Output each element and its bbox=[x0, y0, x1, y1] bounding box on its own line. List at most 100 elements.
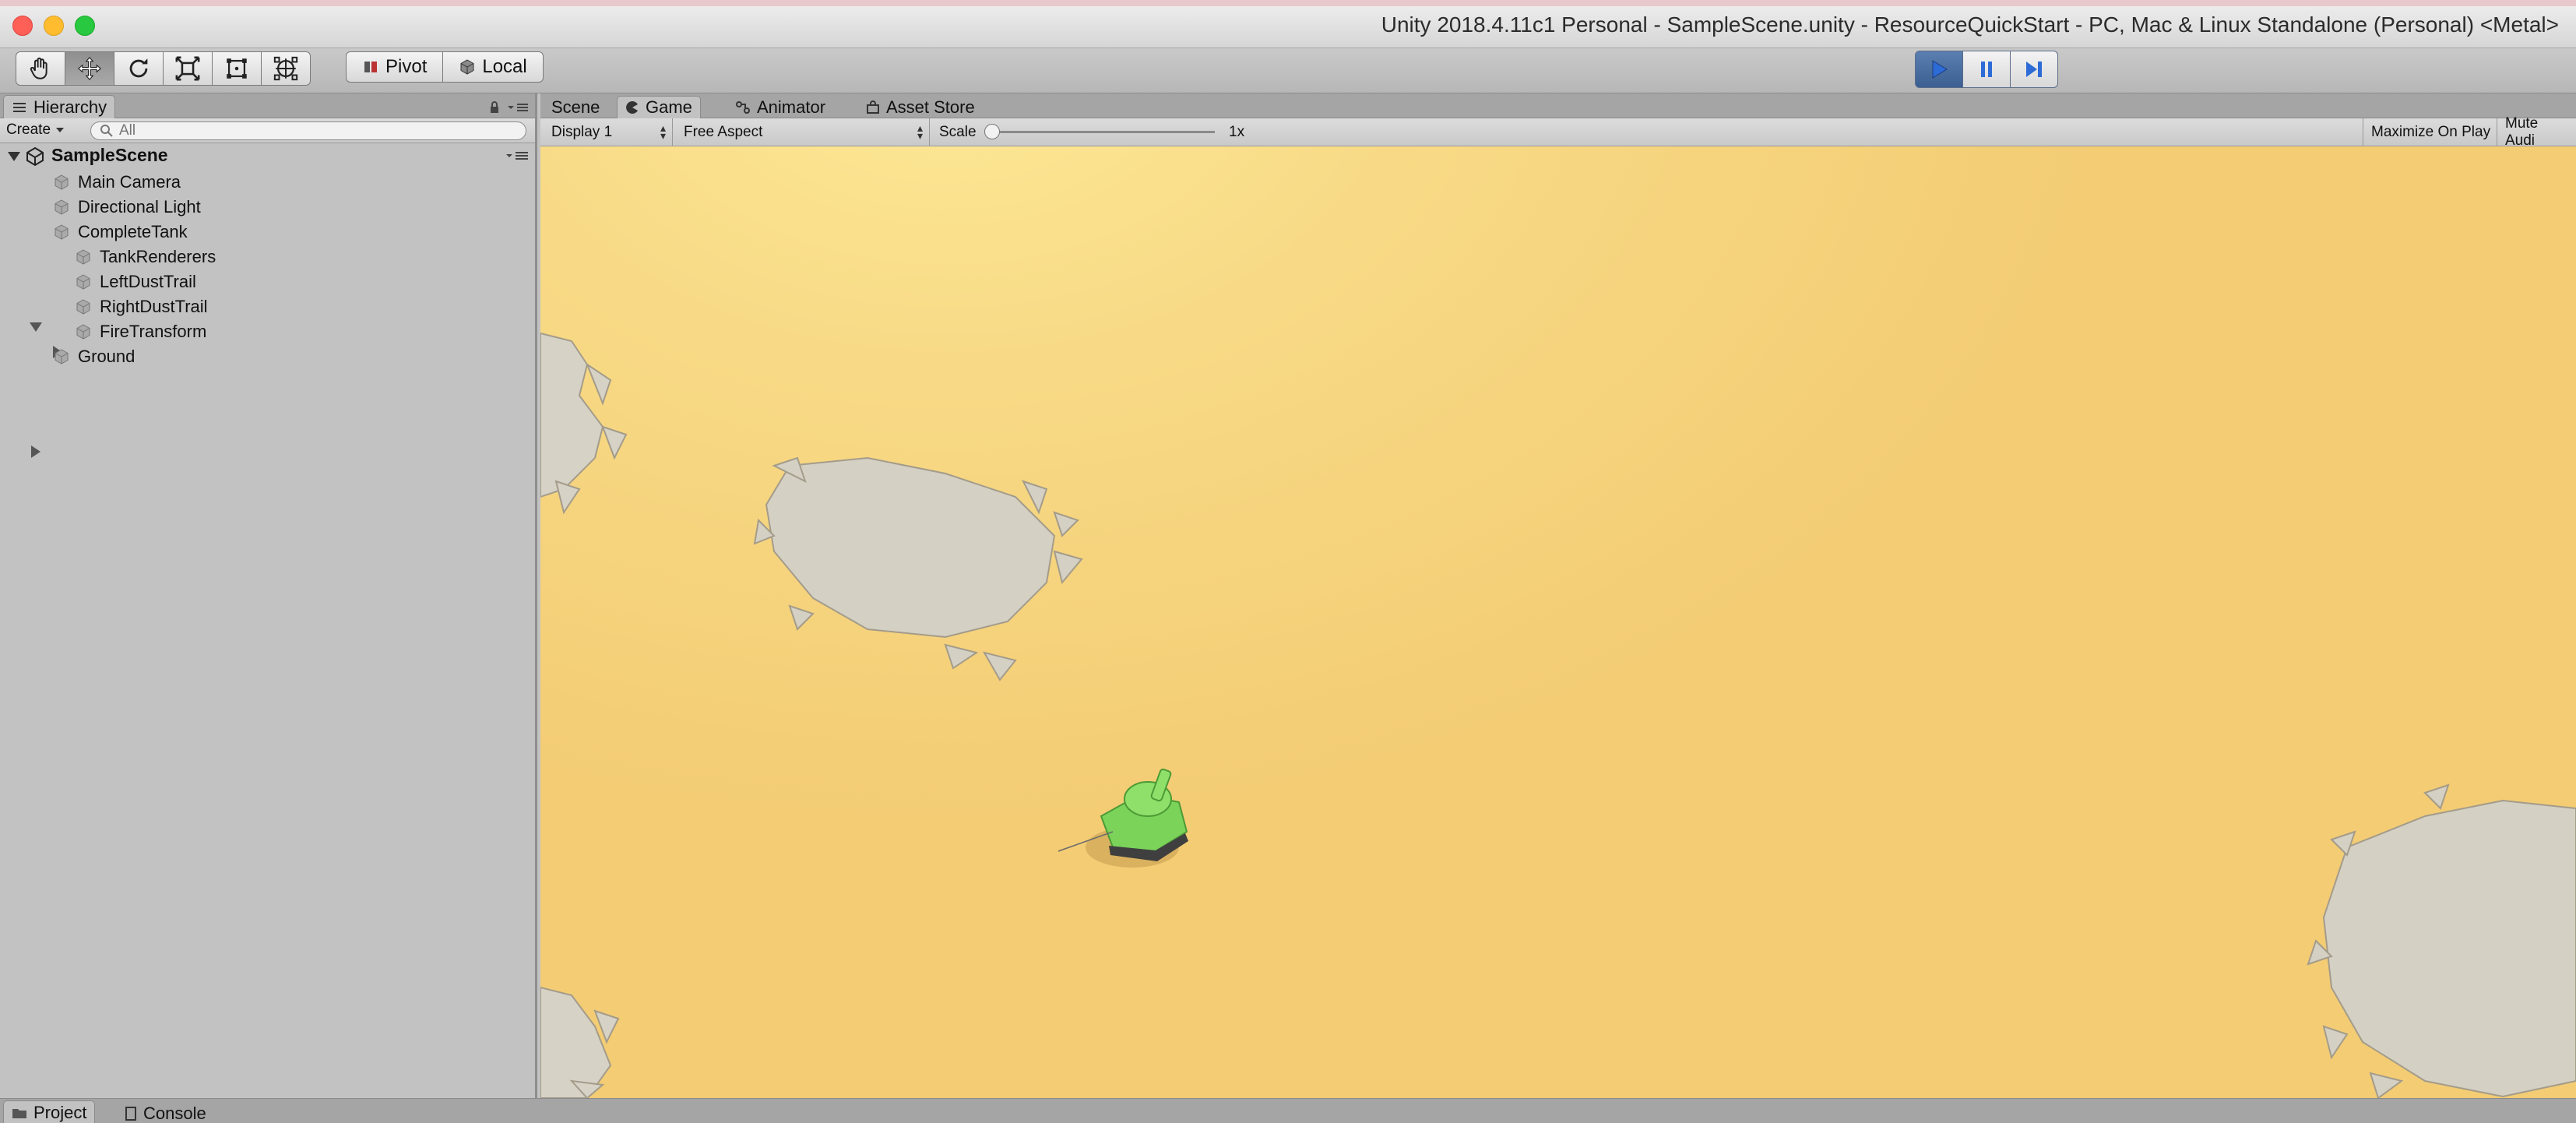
gameobject-cube-icon bbox=[76, 274, 90, 290]
gameobject-cube-icon bbox=[55, 349, 69, 364]
updown-arrows-icon: ▴ ▾ bbox=[660, 121, 666, 142]
maximize-on-play-toggle[interactable]: Maximize On Play bbox=[2363, 118, 2498, 146]
tab-scene[interactable]: Scene bbox=[544, 96, 607, 118]
mute-label: Mute Audi bbox=[2505, 114, 2539, 149]
window-title: Unity 2018.4.11c1 Personal - SampleScene… bbox=[1381, 12, 2559, 37]
folder-icon bbox=[12, 1108, 26, 1118]
pivot-icon bbox=[364, 62, 377, 72]
game-viewport[interactable] bbox=[540, 146, 2576, 1098]
display-value: Display 1 bbox=[551, 123, 613, 140]
pause-icon bbox=[1981, 62, 1992, 77]
hierarchy-tabbar: Hierarchy bbox=[0, 93, 535, 118]
hierarchy-panel: Hierarchy Create SampleScene Main Camera… bbox=[0, 93, 537, 1098]
tab-game[interactable]: Game bbox=[617, 96, 701, 118]
expand-triangle-icon[interactable] bbox=[6, 149, 22, 164]
game-scene-render bbox=[540, 332, 2576, 1098]
window-minimize-button[interactable] bbox=[44, 16, 64, 36]
play-controls bbox=[1915, 51, 2058, 88]
rect-transform-icon bbox=[227, 58, 247, 79]
scale-icon bbox=[175, 56, 200, 81]
pivot-label: Pivot bbox=[385, 56, 428, 77]
move-tool-button[interactable] bbox=[65, 51, 114, 86]
hierarchy-item-label: TankRenderers bbox=[100, 247, 216, 266]
rotate-tool-button[interactable] bbox=[114, 51, 164, 86]
scale-tool-button[interactable] bbox=[163, 51, 213, 86]
aspect-dropdown[interactable]: Free Aspect ▴ ▾ bbox=[673, 118, 930, 146]
tab-animator[interactable]: Animator bbox=[727, 96, 833, 118]
scene-root-row[interactable]: SampleScene bbox=[0, 143, 535, 170]
hierarchy-item-label: CompleteTank bbox=[78, 222, 188, 241]
aspect-value: Free Aspect bbox=[684, 123, 763, 140]
pacman-icon bbox=[626, 101, 638, 114]
panel-menu-icon[interactable] bbox=[506, 101, 530, 114]
hierarchy-item-main-camera[interactable]: Main Camera bbox=[53, 170, 181, 195]
game-view-toolbar: Display 1 ▴ ▾ Free Aspect ▴ ▾ Scale 1x Max… bbox=[540, 115, 2576, 149]
scale-value: 1x bbox=[1229, 124, 1245, 140]
scale-slider-thumb[interactable] bbox=[984, 124, 1000, 139]
collapse-triangle-icon[interactable] bbox=[28, 444, 44, 459]
tab-label: Game bbox=[646, 97, 692, 117]
title-bar: Unity 2018.4.11c1 Personal - SampleScene… bbox=[0, 0, 2576, 48]
updown-arrows-icon: ▴ ▾ bbox=[917, 121, 923, 142]
mute-audio-toggle[interactable]: Mute Audi bbox=[2497, 115, 2576, 149]
scale-slider-track[interactable] bbox=[989, 131, 1215, 133]
transform-combined-icon bbox=[273, 56, 298, 81]
gameobject-cube-icon bbox=[76, 324, 90, 340]
tab-asset-store[interactable]: Asset Store bbox=[858, 96, 983, 118]
tab-label: Console bbox=[143, 1103, 206, 1123]
hierarchy-item-label: LeftDustTrail bbox=[100, 272, 196, 291]
hierarchy-item-label: Ground bbox=[78, 347, 135, 366]
local-cube-icon bbox=[460, 59, 474, 75]
rubble-pile-right-bottom bbox=[2307, 783, 2576, 1098]
step-button[interactable] bbox=[2010, 51, 2058, 88]
tab-label: Project bbox=[33, 1102, 87, 1122]
transform-tools bbox=[16, 51, 311, 86]
gameobject-cube-icon bbox=[55, 174, 69, 190]
rubble-pile-left-bottom bbox=[540, 986, 620, 1098]
local-button[interactable]: Local bbox=[442, 51, 544, 83]
gameobject-cube-icon bbox=[55, 199, 69, 215]
tab-project[interactable]: Project bbox=[3, 1100, 96, 1123]
gameobject-cube-icon bbox=[55, 224, 69, 240]
pause-button[interactable] bbox=[1962, 51, 2011, 88]
create-dropdown[interactable]: Create bbox=[6, 121, 65, 139]
hierarchy-item-label: Main Camera bbox=[78, 172, 181, 192]
rect-tool-button[interactable] bbox=[212, 51, 262, 86]
hierarchy-item-tank-renderers[interactable]: TankRenderers bbox=[75, 245, 216, 269]
display-dropdown[interactable]: Display 1 ▴ ▾ bbox=[540, 118, 673, 146]
scene-options-icon[interactable] bbox=[505, 150, 530, 162]
window-zoom-button[interactable] bbox=[75, 16, 95, 36]
create-label: Create bbox=[6, 121, 51, 138]
hierarchy-item-right-dust-trail[interactable]: RightDustTrail bbox=[75, 294, 208, 319]
animator-icon bbox=[736, 100, 750, 114]
tab-label: Animator bbox=[757, 97, 826, 117]
tab-label: Asset Store bbox=[886, 97, 975, 117]
window-close-button[interactable] bbox=[12, 16, 33, 36]
hand-tool-button[interactable] bbox=[16, 51, 65, 86]
hierarchy-item-left-dust-trail[interactable]: LeftDustTrail bbox=[75, 269, 196, 294]
step-icon bbox=[2026, 62, 2042, 77]
pivot-button[interactable]: Pivot bbox=[346, 51, 444, 83]
hierarchy-item-directional-light[interactable]: Directional Light bbox=[53, 195, 201, 220]
transform-tool-button[interactable] bbox=[261, 51, 311, 86]
tab-hierarchy[interactable]: Hierarchy bbox=[3, 95, 116, 118]
gameobject-cube-icon bbox=[76, 299, 90, 315]
bottom-tabbar: Project Console bbox=[0, 1098, 2576, 1123]
hierarchy-item-label: FireTransform bbox=[100, 322, 207, 341]
hierarchy-item-fire-transform[interactable]: FireTransform bbox=[75, 319, 206, 344]
hierarchy-tab-label: Hierarchy bbox=[33, 97, 107, 117]
tab-console[interactable]: Console bbox=[117, 1102, 214, 1123]
tank bbox=[1057, 768, 1188, 861]
scene-name: SampleScene bbox=[51, 145, 168, 165]
pivot-toggles: Pivot Local bbox=[346, 51, 544, 86]
console-icon bbox=[125, 1106, 136, 1121]
hierarchy-search-input[interactable] bbox=[90, 121, 526, 140]
tab-label: Scene bbox=[551, 97, 600, 117]
main-toolbar: Pivot Local bbox=[0, 48, 2576, 93]
lock-icon[interactable] bbox=[489, 101, 500, 114]
play-button[interactable] bbox=[1915, 51, 1963, 88]
unity-scene-icon bbox=[26, 146, 44, 167]
hierarchy-item-ground[interactable]: Ground bbox=[53, 344, 135, 369]
hierarchy-item-complete-tank[interactable]: CompleteTank bbox=[53, 220, 188, 245]
expand-triangle-icon[interactable] bbox=[28, 319, 44, 335]
